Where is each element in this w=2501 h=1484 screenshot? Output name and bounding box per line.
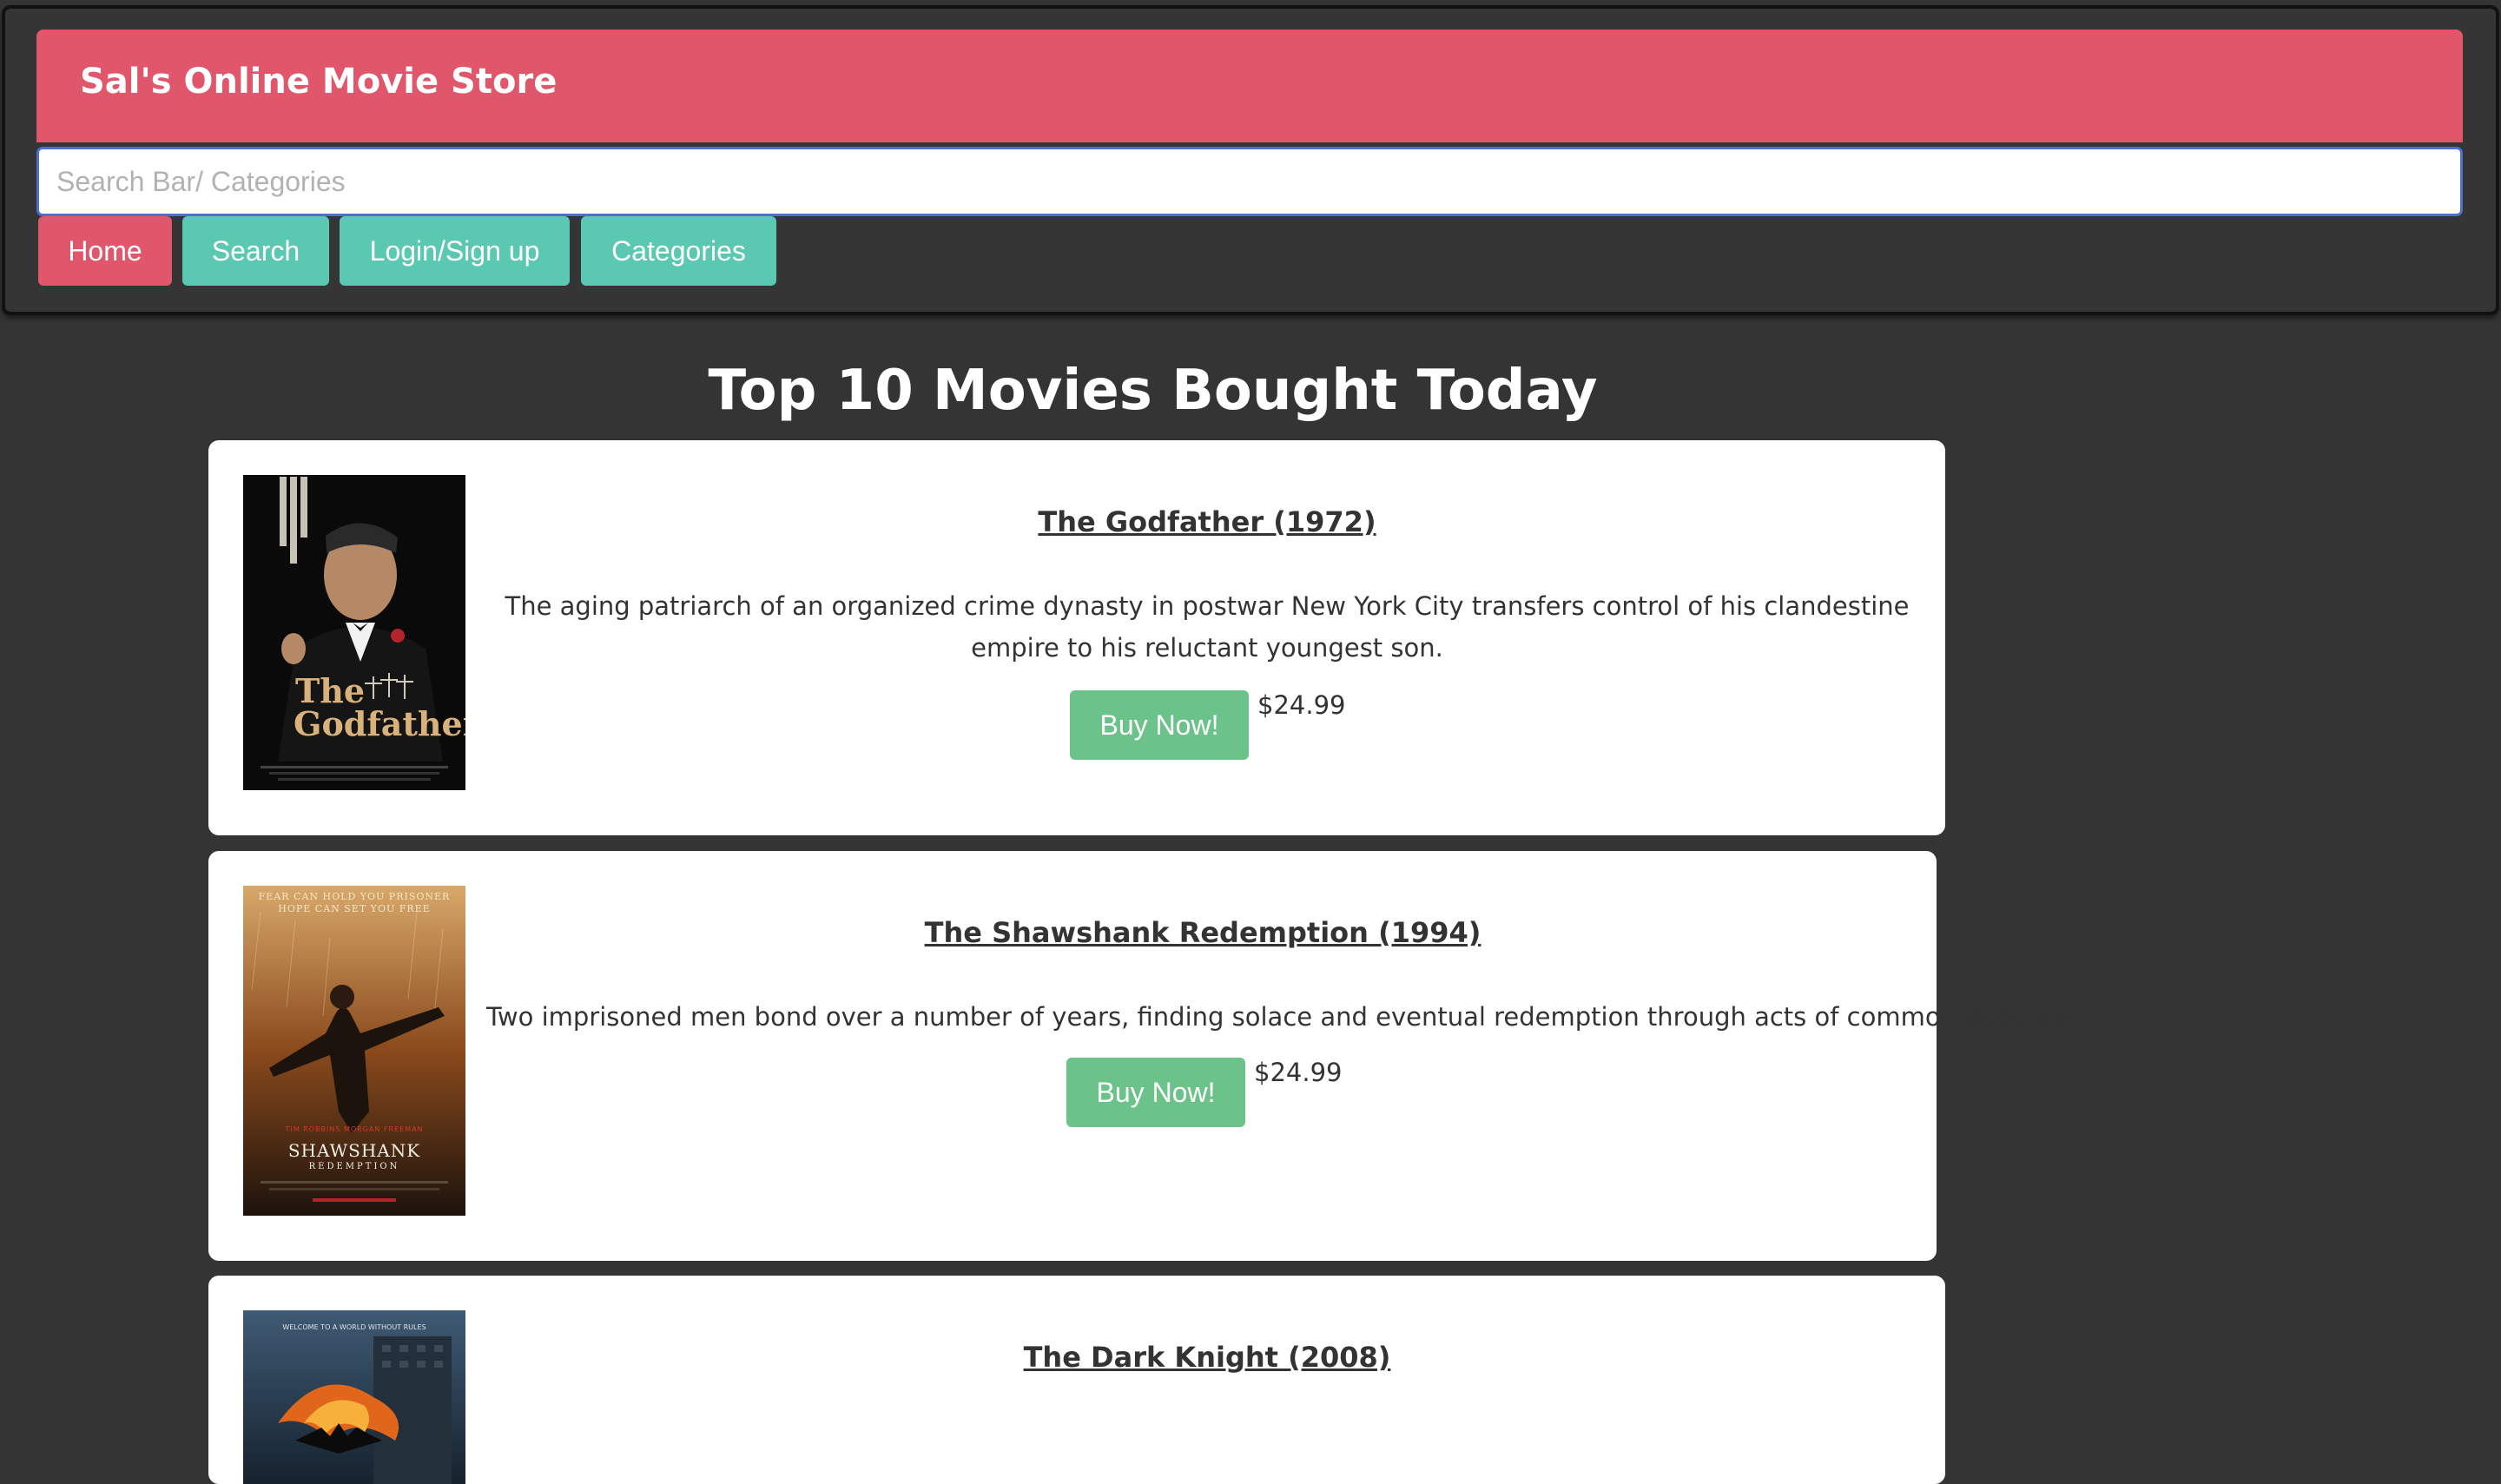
movie-price: $24.99 bbox=[1257, 690, 1346, 720]
poster-title-line-2: REDEMPTION bbox=[309, 1162, 400, 1171]
buy-row: Buy Now! $24.99 bbox=[486, 690, 1928, 760]
poster-title-line-1: SHAWSHANK bbox=[288, 1140, 420, 1161]
movie-card: FEAR CAN HOLD YOU PRISONER HOPE CAN SET … bbox=[208, 851, 2075, 1261]
nav-home-button[interactable]: Home bbox=[38, 216, 172, 286]
godfather-poster-image: The Godfather bbox=[243, 475, 465, 790]
movie-poster[interactable]: FEAR CAN HOLD YOU PRISONER HOPE CAN SET … bbox=[243, 886, 465, 1216]
nav-categories-button[interactable]: Categories bbox=[581, 216, 776, 286]
movie-price: $24.99 bbox=[1254, 1058, 1343, 1087]
search-input[interactable] bbox=[36, 147, 2463, 216]
movie-info: The Dark Knight (2008) bbox=[486, 1276, 1928, 1484]
store-title: Sal's Online Movie Store bbox=[80, 62, 558, 102]
movie-card: The Godfather The Godfather (1972) The a… bbox=[208, 440, 1945, 835]
poster-title-line-2: Godfather bbox=[294, 704, 465, 743]
movie-info: The Shawshank Redemption (1994) Two impr… bbox=[486, 851, 2075, 1261]
movie-title-link[interactable]: The Shawshank Redemption (1994) bbox=[486, 916, 1919, 949]
nav-search-button[interactable]: Search bbox=[182, 216, 329, 286]
movie-poster[interactable]: WELCOME TO A WORLD WITHOUT RULES bbox=[243, 1310, 465, 1484]
poster-tagline: WELCOME TO A WORLD WITHOUT RULES bbox=[282, 1323, 426, 1331]
buy-now-button[interactable]: Buy Now! bbox=[1070, 690, 1249, 760]
dark-knight-poster-image: WELCOME TO A WORLD WITHOUT RULES bbox=[243, 1310, 465, 1484]
movie-title-link[interactable]: The Godfather (1972) bbox=[486, 505, 1928, 538]
poster-tagline-1: FEAR CAN HOLD YOU PRISONER bbox=[259, 891, 451, 902]
movie-poster[interactable]: The Godfather bbox=[243, 475, 465, 790]
shawshank-poster-image: FEAR CAN HOLD YOU PRISONER HOPE CAN SET … bbox=[243, 886, 465, 1216]
poster-credits: TIM ROBBINS MORGAN FREEMAN bbox=[284, 1125, 423, 1133]
header-banner: Sal's Online Movie Store bbox=[36, 30, 2463, 142]
poster-tagline-2: HOPE CAN SET YOU FREE bbox=[278, 903, 430, 914]
page-heading: Top 10 Movies Bought Today bbox=[708, 359, 1598, 423]
movie-title-link[interactable]: The Dark Knight (2008) bbox=[486, 1341, 1928, 1374]
movie-info: The Godfather (1972) The aging patriarch… bbox=[486, 440, 1928, 835]
buy-row: Buy Now! $24.99 bbox=[486, 1058, 1919, 1127]
nav-login-button[interactable]: Login/Sign up bbox=[340, 216, 570, 286]
movie-card: WELCOME TO A WORLD WITHOUT RULES The Dar… bbox=[208, 1276, 1945, 1484]
movie-description: Two imprisoned men bond over a number of… bbox=[486, 1002, 2075, 1032]
buy-now-button[interactable]: Buy Now! bbox=[1066, 1058, 1245, 1127]
movie-description: The aging patriarch of an organized crim… bbox=[505, 591, 1910, 663]
